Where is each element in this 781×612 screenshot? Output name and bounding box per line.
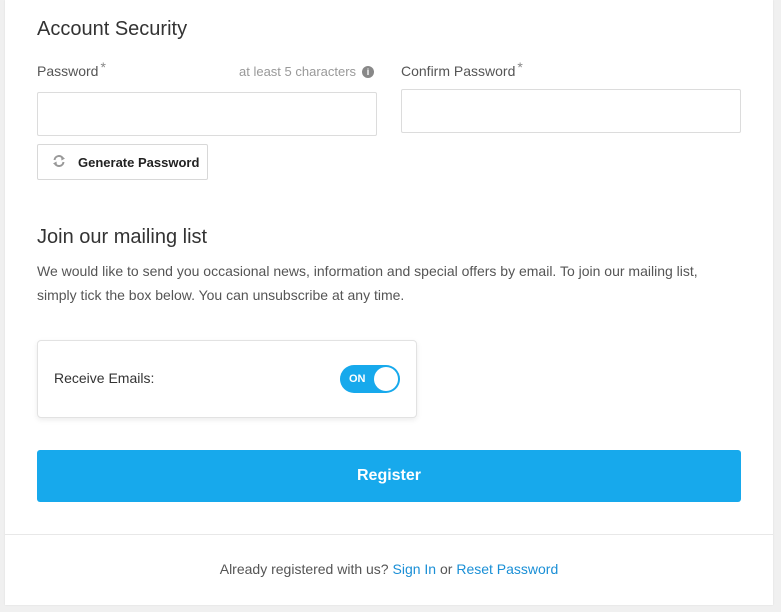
footer-prefix: Already registered with us? xyxy=(219,561,389,577)
refresh-icon xyxy=(52,154,66,171)
registration-card: Account Security Password * at least 5 ch… xyxy=(5,0,773,605)
reset-password-link[interactable]: Reset Password xyxy=(456,561,558,577)
confirm-password-label-text: Confirm Password xyxy=(401,63,516,79)
mailing-list-heading: Join our mailing list xyxy=(37,226,208,248)
sign-in-link[interactable]: Sign In xyxy=(393,561,437,577)
generate-password-label: Generate Password xyxy=(78,154,200,170)
password-input[interactable] xyxy=(37,92,377,136)
password-label: Password * xyxy=(37,59,106,79)
confirm-password-required-marker: * xyxy=(517,59,523,75)
generate-password-button[interactable]: Generate Password xyxy=(37,144,208,180)
password-required-marker: * xyxy=(100,59,106,75)
footer-or: or xyxy=(439,561,453,577)
receive-emails-toggle[interactable]: ON xyxy=(340,365,400,393)
footer-divider xyxy=(5,534,773,535)
info-icon[interactable]: i xyxy=(362,65,375,78)
password-hint-text: at least 5 characters xyxy=(239,64,357,79)
footer-links: Already registered with us? Sign In or R… xyxy=(5,561,773,577)
toggle-state-text: ON xyxy=(349,373,366,385)
password-label-text: Password xyxy=(37,63,99,79)
password-hint: at least 5 characters i xyxy=(239,64,375,79)
receive-emails-box: Receive Emails: ON xyxy=(37,340,417,418)
confirm-password-input[interactable] xyxy=(401,89,741,133)
mailing-list-description: We would like to send you occasional new… xyxy=(37,263,698,303)
confirm-password-label: Confirm Password * xyxy=(401,59,523,79)
receive-emails-label: Receive Emails: xyxy=(54,370,155,386)
account-security-heading: Account Security xyxy=(37,18,188,40)
register-button[interactable]: Register xyxy=(37,450,741,502)
toggle-knob xyxy=(374,367,398,391)
